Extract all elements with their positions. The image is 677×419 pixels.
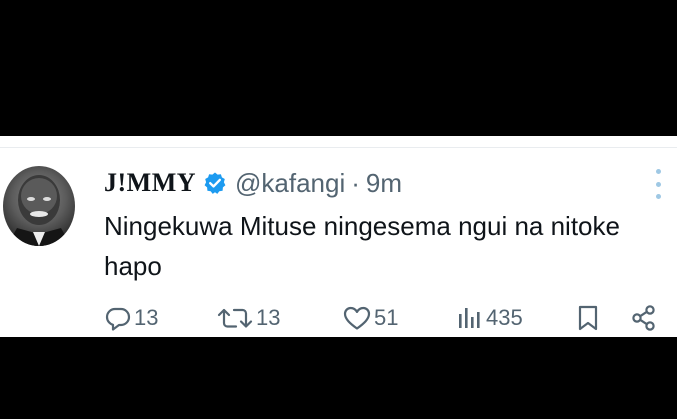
bookmark-button[interactable] (575, 303, 601, 333)
separator-dot: · (351, 167, 360, 198)
bookmark-icon (578, 305, 598, 331)
tweet-header: J!MMY @kafangi · 9m (104, 166, 402, 200)
reply-count: 13 (134, 305, 159, 330)
action-bar: 13 13 51 435 (0, 303, 677, 333)
verified-badge-icon (204, 172, 226, 194)
author-name[interactable]: J!MMY (104, 168, 196, 198)
reply-button[interactable]: 13 (104, 303, 158, 333)
avatar[interactable] (3, 166, 75, 246)
author-handle[interactable]: @kafangi (235, 168, 345, 199)
tweet-card[interactable]: J!MMY @kafangi · 9m Ningekuwa Mituse nin… (0, 136, 677, 337)
like-count: 51 (374, 305, 399, 330)
retweet-icon (217, 308, 253, 328)
views-icon (459, 308, 480, 328)
views-count: 435 (486, 305, 523, 330)
more-icon[interactable] (651, 169, 665, 199)
like-icon (343, 306, 371, 330)
tweet-text: Ningekuwa Mituse ningesema ngui na nitok… (104, 211, 620, 281)
retweet-button[interactable]: 13 (216, 303, 280, 333)
views-button[interactable]: 435 (456, 303, 523, 333)
divider (0, 147, 677, 148)
timestamp[interactable]: 9m (366, 168, 402, 199)
like-button[interactable]: 51 (342, 303, 398, 333)
reply-icon (105, 307, 131, 331)
share-button[interactable] (630, 303, 658, 333)
retweet-count: 13 (256, 305, 281, 330)
share-icon (632, 305, 655, 331)
avatar-image (7, 175, 71, 246)
